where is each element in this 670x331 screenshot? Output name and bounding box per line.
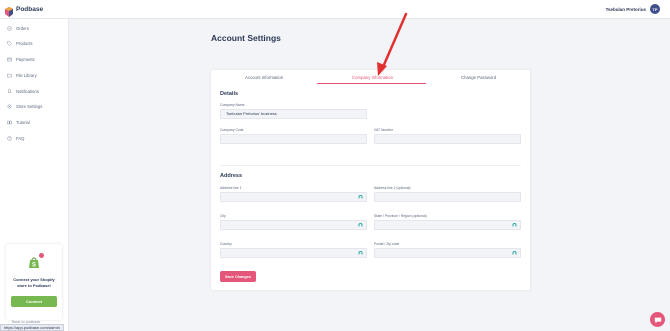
company-name-value: Tsebulan Pretorius' business	[226, 111, 277, 116]
country-field[interactable]	[220, 248, 367, 258]
brand-name: Podbase	[16, 5, 44, 13]
sidebar-item-label: FAQ	[16, 136, 25, 141]
promo-line-2: store to Podbase!	[17, 283, 51, 288]
sidebar: Orders Products Payments File Library No…	[0, 19, 69, 331]
promo-text: Connect your Shopify store to Podbase!	[10, 277, 58, 289]
vat-number-field[interactable]	[374, 134, 521, 144]
brand-logo[interactable]: Podbase	[5, 4, 44, 17]
chat-launcher-button[interactable]	[650, 312, 665, 327]
city-field[interactable]	[220, 220, 367, 230]
sidebar-item-label: Tutorial	[16, 120, 30, 125]
sidebar-item-label: Store Settings	[16, 104, 43, 109]
orders-icon	[7, 26, 12, 31]
active-tab-indicator	[317, 83, 426, 84]
address-line-1-field[interactable]	[220, 192, 367, 202]
city-label: City	[220, 214, 226, 218]
sidebar-item-orders[interactable]: Orders	[7, 26, 29, 31]
page-title: Account Settings	[211, 33, 281, 43]
address-line-2-field[interactable]	[374, 192, 521, 202]
settings-card: Account Information Company Information …	[211, 70, 530, 290]
shopify-promo-card: S Connect your Shopify store to Podbase!…	[6, 244, 62, 320]
sidebar-item-notifications[interactable]: Notifications	[7, 89, 39, 94]
sidebar-item-label: Orders	[16, 26, 29, 31]
postal-label: Postal / Zip code	[374, 242, 400, 246]
card-icon	[7, 57, 12, 62]
autofill-icon	[512, 251, 517, 255]
save-changes-button[interactable]: Save Changes	[220, 271, 256, 282]
postal-field[interactable]	[374, 248, 521, 258]
sidebar-item-label: Payments	[16, 57, 35, 62]
autofill-icon	[358, 195, 363, 199]
company-code-label: Company Code	[220, 128, 244, 132]
address-line-2-label: Address line 2 (optional)	[374, 186, 411, 190]
company-name-field[interactable]: Tsebulan Pretorius' business	[220, 109, 367, 119]
sidebar-item-label: Products	[16, 41, 33, 46]
address-line-1-label: Address line 1	[220, 186, 242, 190]
autofill-icon	[512, 223, 517, 227]
folder-icon	[7, 73, 12, 78]
company-name-label: Company Name	[220, 103, 245, 107]
details-heading: Details	[220, 91, 239, 97]
tab-account-information[interactable]: Account Information	[245, 75, 283, 80]
question-icon	[7, 136, 12, 141]
status-bar-url: https://app.podbase.com/admin	[0, 324, 64, 331]
autofill-icon	[358, 223, 363, 227]
address-heading: Address	[220, 173, 243, 179]
top-bar: Podbase Tsebulan Pretorius TP	[0, 0, 670, 19]
country-label: Country	[220, 242, 232, 246]
sidebar-item-label: File Library	[16, 73, 37, 78]
state-field[interactable]	[374, 220, 521, 230]
connect-button[interactable]: Connect	[11, 296, 57, 307]
tag-icon	[7, 41, 12, 46]
company-code-field[interactable]	[220, 134, 367, 144]
chat-icon	[654, 317, 661, 323]
shopify-bag-icon: S	[28, 256, 40, 269]
svg-text:S: S	[32, 263, 36, 269]
sidebar-item-products[interactable]: Products	[7, 41, 33, 46]
sidebar-item-label: Notifications	[16, 89, 39, 94]
vat-number-label: VAT Number	[374, 128, 394, 132]
annotation-arrow-icon	[377, 12, 408, 76]
podbase-logo-icon	[5, 4, 13, 17]
user-name: Tsebulan Pretorius	[605, 6, 646, 12]
notification-dot-icon	[39, 253, 44, 258]
gear-icon	[7, 104, 12, 109]
autofill-icon	[358, 251, 363, 255]
sidebar-item-file-library[interactable]: File Library	[7, 73, 37, 78]
section-divider	[220, 165, 521, 166]
sidebar-item-payments[interactable]: Payments	[7, 57, 35, 62]
tab-change-password[interactable]: Change Password	[461, 75, 496, 80]
sidebar-item-tutorial[interactable]: Tutorial	[7, 120, 30, 125]
book-icon	[7, 120, 12, 125]
sidebar-item-store-settings[interactable]: Store Settings	[7, 104, 42, 109]
sidebar-item-faq[interactable]: FAQ	[7, 136, 24, 141]
avatar[interactable]: TP	[650, 4, 660, 14]
bell-icon	[7, 89, 12, 94]
user-menu[interactable]: Tsebulan Pretorius TP	[606, 4, 660, 14]
state-label: State / Province / Region (optional)	[374, 214, 427, 218]
